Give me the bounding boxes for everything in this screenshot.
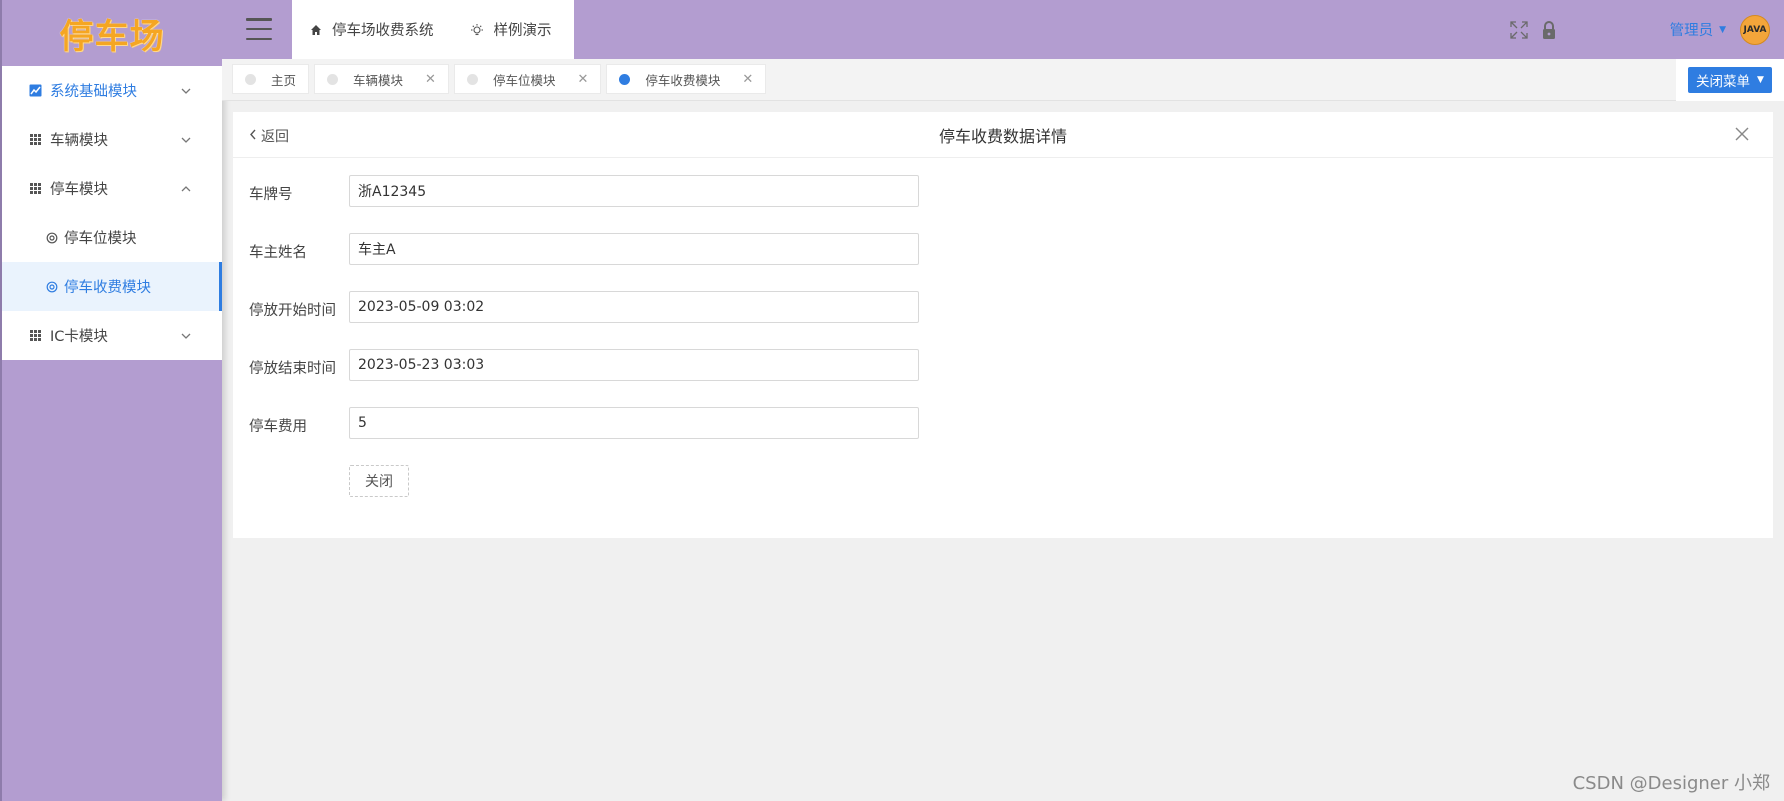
sidebar-menu: 系统基础模块 车辆模块 停车模块 停车位模块 停车收费模块 IC卡模块 xyxy=(2,66,222,360)
sidebar-item-parking[interactable]: 停车模块 xyxy=(2,164,222,213)
tab-parking-space[interactable]: 停车位模块 ✕ xyxy=(453,64,602,94)
detail-panel: 返回 停车收费数据详情 车牌号 车主姓名 停放开始时间 停放结束时间 停车费用 … xyxy=(233,112,1773,538)
tab-dot-icon xyxy=(466,73,478,85)
chevron-down-icon xyxy=(181,137,191,143)
gear-icon xyxy=(46,232,58,244)
tab-bar: 主页 车辆模块 ✕ 停车位模块 ✕ 停车收费模块 ✕ 关闭菜单 ▼ xyxy=(222,59,1784,101)
form-row-plate: 车牌号 xyxy=(233,175,1773,233)
field-label: 停放开始时间 xyxy=(249,303,336,319)
close-menu-label: 关闭菜单 xyxy=(1696,74,1751,90)
top-nav-item-demo[interactable]: 样例演示 xyxy=(452,19,570,40)
form-row-fee: 停车费用 xyxy=(233,407,1773,465)
sidebar-subitem-label: 停车收费模块 xyxy=(64,280,151,296)
grid-icon xyxy=(28,329,42,343)
close-icon[interactable]: ✕ xyxy=(577,72,588,87)
header-right: 管理员 ▼ JAVA xyxy=(1508,0,1784,59)
grid-icon xyxy=(28,133,42,147)
grid-icon xyxy=(28,182,42,196)
chevron-left-icon xyxy=(249,129,257,143)
close-menu-button[interactable]: 关闭菜单 ▼ xyxy=(1688,67,1772,93)
chevron-down-icon xyxy=(181,88,191,94)
user-label: 管理员 xyxy=(1669,23,1714,39)
end-time-field[interactable] xyxy=(349,349,919,381)
tab-home[interactable]: 主页 xyxy=(232,64,310,94)
field-label: 停放结束时间 xyxy=(249,361,336,377)
sidebar-item-ic-card[interactable]: IC卡模块 xyxy=(2,311,222,360)
sidebar-subitem-label: 停车位模块 xyxy=(64,231,137,247)
hamburger-menu-icon[interactable] xyxy=(246,18,272,40)
tab-label: 停车收费模块 xyxy=(645,72,721,88)
top-nav: 停车场收费系统 样例演示 xyxy=(292,0,574,59)
back-button[interactable]: 返回 xyxy=(249,126,289,146)
caret-down-icon: ▼ xyxy=(1757,75,1764,85)
sidebar-item-system-base[interactable]: 系统基础模块 xyxy=(2,66,222,115)
tab-label: 车辆模块 xyxy=(353,72,404,88)
chevron-down-icon xyxy=(181,333,191,339)
close-icon[interactable] xyxy=(1733,125,1751,143)
panel-header: 返回 停车收费数据详情 xyxy=(233,112,1773,158)
field-label: 车主姓名 xyxy=(249,245,307,261)
sidebar-item-label: 车辆模块 xyxy=(50,133,108,149)
tab-dot-icon xyxy=(327,73,339,85)
sidebar: 停车场 系统基础模块 车辆模块 停车模块 停车位模块 停车收费模块 IC卡模块 xyxy=(0,0,222,801)
owner-name-field[interactable] xyxy=(349,233,919,265)
field-label: 停车费用 xyxy=(249,419,307,435)
tab-dot-icon xyxy=(245,73,256,85)
parking-fee-field[interactable] xyxy=(349,407,919,439)
caret-down-icon: ▼ xyxy=(1719,24,1726,35)
plate-number-field[interactable] xyxy=(349,175,919,207)
avatar[interactable]: JAVA xyxy=(1740,14,1770,45)
sidebar-subitem-parking-space[interactable]: 停车位模块 xyxy=(2,213,222,262)
chart-icon xyxy=(28,84,42,98)
logo-text: 停车场 xyxy=(59,16,165,57)
sidebar-item-label: 停车模块 xyxy=(50,182,108,198)
start-time-field[interactable] xyxy=(349,291,919,323)
sidebar-subitem-parking-fee[interactable]: 停车收费模块 xyxy=(2,262,222,311)
close-menu-area: 关闭菜单 ▼ xyxy=(1676,59,1784,101)
close-icon[interactable]: ✕ xyxy=(742,72,753,87)
tab-dot-icon xyxy=(619,73,631,85)
page-title: 停车收费数据详情 xyxy=(938,126,1067,146)
sidebar-item-label: IC卡模块 xyxy=(50,329,108,345)
gear-icon xyxy=(46,281,58,293)
back-label: 返回 xyxy=(261,129,289,145)
detail-form: 车牌号 车主姓名 停放开始时间 停放结束时间 停车费用 关闭 xyxy=(233,158,1773,497)
top-header: 停车场收费系统 样例演示 管理员 ▼ JAVA xyxy=(222,0,1784,59)
top-nav-label: 样例演示 xyxy=(493,23,552,39)
close-button[interactable]: 关闭 xyxy=(349,465,409,497)
chevron-up-icon xyxy=(181,185,191,191)
lock-icon[interactable] xyxy=(1538,19,1560,41)
sidebar-item-label: 系统基础模块 xyxy=(50,84,137,100)
tab-label: 停车位模块 xyxy=(492,72,556,88)
tab-parking-fee[interactable]: 停车收费模块 ✕ xyxy=(606,64,767,94)
app-logo[interactable]: 停车场 xyxy=(2,0,222,66)
tabs: 主页 车辆模块 ✕ 停车位模块 ✕ 停车收费模块 ✕ xyxy=(232,64,771,94)
watermark: CSDN @Designer 小郑 xyxy=(1572,773,1770,794)
tab-label: 主页 xyxy=(271,72,297,88)
bulb-icon xyxy=(470,23,484,37)
home-icon xyxy=(310,24,322,36)
form-row-end-time: 停放结束时间 xyxy=(233,349,1773,407)
form-row-start-time: 停放开始时间 xyxy=(233,291,1773,349)
user-menu[interactable]: 管理员 ▼ xyxy=(1670,19,1726,40)
form-actions: 关闭 xyxy=(233,465,1773,497)
fullscreen-icon[interactable] xyxy=(1508,19,1530,41)
field-label: 车牌号 xyxy=(249,187,293,203)
top-nav-label: 停车场收费系统 xyxy=(332,23,434,39)
close-icon[interactable]: ✕ xyxy=(425,72,436,87)
top-nav-item-system[interactable]: 停车场收费系统 xyxy=(292,19,452,40)
sidebar-item-vehicle[interactable]: 车辆模块 xyxy=(2,115,222,164)
avatar-text: JAVA xyxy=(1743,24,1767,35)
form-row-owner: 车主姓名 xyxy=(233,233,1773,291)
tab-vehicle[interactable]: 车辆模块 ✕ xyxy=(314,64,449,94)
